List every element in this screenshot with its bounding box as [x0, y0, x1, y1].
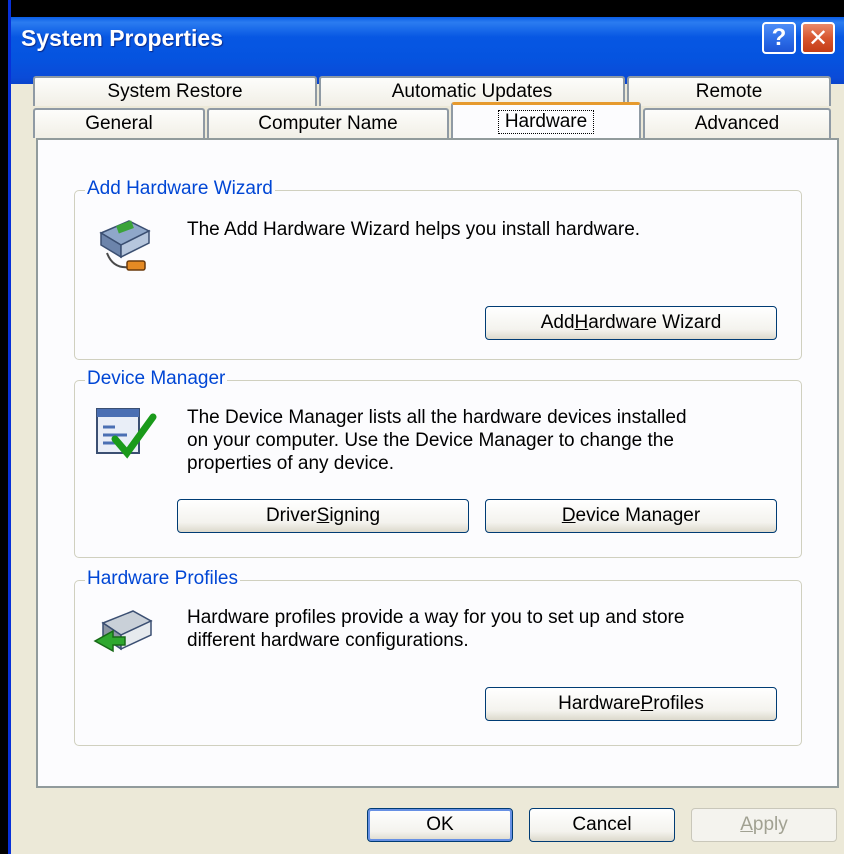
button-accelerator: H: [574, 312, 589, 333]
tab-label: Remote: [695, 81, 763, 102]
button-accelerator: A: [740, 814, 753, 835]
group-legend: Add Hardware Wizard: [85, 178, 275, 200]
button-label: Cancel: [572, 814, 632, 835]
tab-remote[interactable]: Remote: [627, 76, 831, 106]
tab-hardware[interactable]: Hardware: [451, 102, 641, 138]
button-label: OK: [426, 814, 454, 835]
button-accelerator: S: [316, 505, 330, 526]
group-legend: Hardware Profiles: [85, 568, 240, 590]
add-hardware-wizard-button[interactable]: Add Hardware Wizard: [485, 306, 777, 340]
apply-button[interactable]: Apply: [691, 808, 837, 842]
tab-label: General: [85, 113, 153, 134]
hardware-profiles-group: Hardware Profiles Hardware profiles prov…: [74, 568, 802, 746]
button-label: igning: [329, 505, 381, 526]
ok-button[interactable]: OK: [367, 808, 513, 842]
button-label: ardware Wizard: [588, 312, 722, 333]
add-hardware-icon: [99, 220, 151, 271]
device-manager-description-line2: on your computer. Use the Device Manager…: [187, 430, 674, 451]
device-manager-description-line1: The Device Manager lists all the hardwar…: [187, 407, 687, 428]
window-title: System Properties: [21, 25, 223, 51]
button-label: Hardware: [558, 693, 641, 714]
add-hardware-wizard-group: Add Hardware Wizard The Add Hardware Wiz…: [74, 178, 802, 360]
group-legend: Device Manager: [85, 368, 228, 390]
button-label: Driver: [265, 505, 317, 526]
help-icon: ?: [771, 24, 787, 51]
add-hardware-description: The Add Hardware Wizard helps you instal…: [187, 219, 641, 240]
hardware-profiles-description-line2: different hardware configurations.: [187, 630, 469, 651]
device-manager-button[interactable]: Device Manager: [485, 499, 777, 533]
tab-label: Computer Name: [258, 113, 398, 134]
system-properties-window: System Properties ? ✕ System Restore Aut…: [8, 0, 844, 854]
tab-label: Hardware: [497, 109, 595, 134]
tab-advanced[interactable]: Advanced: [643, 108, 831, 138]
hardware-profiles-button[interactable]: Hardware Profiles: [485, 687, 777, 721]
title-bar[interactable]: System Properties ? ✕: [11, 0, 844, 84]
tab-general[interactable]: General: [33, 108, 205, 138]
device-manager-group: Device Manager The Device Manager lists …: [74, 368, 802, 558]
button-label: Add: [540, 312, 575, 333]
cancel-button[interactable]: Cancel: [529, 808, 675, 842]
driver-signing-button[interactable]: Driver Signing: [177, 499, 469, 533]
button-label: rofiles: [653, 693, 704, 714]
tab-label: Advanced: [694, 113, 780, 134]
button-label: evice Manager: [575, 505, 701, 526]
help-button[interactable]: ?: [762, 22, 796, 54]
tab-system-restore[interactable]: System Restore: [33, 76, 317, 106]
device-manager-description-line3: properties of any device.: [187, 453, 395, 474]
close-button[interactable]: ✕: [801, 22, 835, 54]
hardware-tab-panel: Add Hardware Wizard The Add Hardware Wiz…: [36, 138, 839, 788]
tab-label: System Restore: [107, 81, 243, 102]
tab-computer-name[interactable]: Computer Name: [207, 108, 449, 138]
tab-label: Automatic Updates: [391, 81, 553, 102]
button-accelerator: D: [561, 505, 576, 526]
button-label: pply: [752, 814, 788, 835]
hardware-profiles-description-line1: Hardware profiles provide a way for you …: [187, 607, 685, 628]
close-icon: ✕: [807, 24, 829, 52]
device-manager-icon: [96, 408, 157, 459]
hardware-profiles-icon: [93, 610, 153, 653]
button-accelerator: P: [640, 693, 654, 714]
